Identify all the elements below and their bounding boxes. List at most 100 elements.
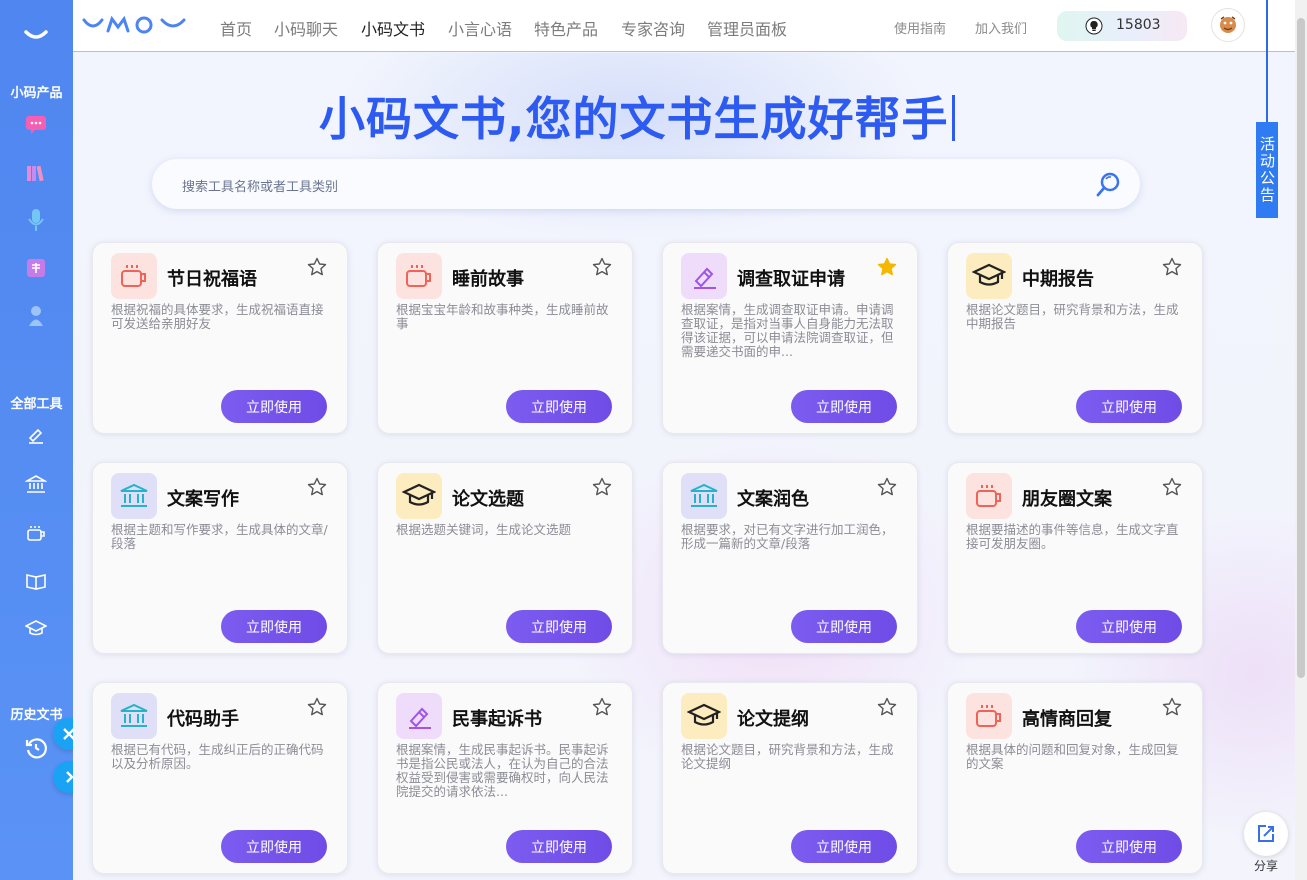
- bank-icon: [681, 473, 727, 519]
- chat-icon[interactable]: [24, 113, 48, 137]
- hero-title-wrap: 小码文书,您的文书生成好帮手: [319, 83, 956, 149]
- star-icon[interactable]: [1162, 697, 1182, 717]
- cup-icon: [966, 693, 1012, 739]
- tool-card[interactable]: 论文提纲 根据论文题目，研究背景和方法，生成论文提纲 立即使用: [662, 682, 918, 874]
- history-icon[interactable]: [24, 736, 48, 760]
- graduation-cap-icon: [681, 693, 727, 739]
- card-title: 朋友圈文案: [1022, 489, 1112, 510]
- card-title: 高情商回复: [1022, 709, 1112, 730]
- search-input[interactable]: 搜索工具名称或者工具类别: [182, 176, 338, 195]
- graduation-cap-icon: [396, 473, 442, 519]
- search-icon[interactable]: [1096, 171, 1122, 197]
- tool-card[interactable]: 文案写作 根据主题和写作要求，生成具体的文章/段落 立即使用: [92, 462, 348, 654]
- tool-card[interactable]: 朋友圈文案根据要描述的事件等信息，生成文字直接可发朋友圈。立即使用: [947, 462, 1203, 654]
- card-title: 睡前故事: [452, 269, 524, 290]
- use-now-button[interactable]: 立即使用: [221, 610, 327, 643]
- card-description: 根据要描述的事件等信息，生成文字直接可发朋友圈。: [966, 523, 1179, 551]
- star-icon[interactable]: [592, 697, 612, 717]
- tool-card[interactable]: 调查取证申请 根据案情，生成调查取证申请。申请调查取证，是指对当事人自身能力无法取…: [662, 242, 918, 434]
- book-icon[interactable]: [24, 569, 48, 593]
- use-now-button[interactable]: 立即使用: [1076, 610, 1182, 643]
- card-description: 根据祝福的具体要求，生成祝福语直接可发送给亲朋好友: [111, 303, 324, 331]
- use-now-button[interactable]: 立即使用: [1076, 830, 1182, 863]
- books-icon[interactable]: [24, 161, 48, 185]
- card-description: 根据宝宝年龄和故事种类，生成睡前故事: [396, 303, 609, 331]
- graduation-cap-icon: [966, 253, 1012, 299]
- nav-documents[interactable]: 小码文书: [361, 16, 425, 40]
- card-title: 节日祝福语: [167, 269, 257, 290]
- star-icon[interactable]: [307, 257, 327, 277]
- card-title: 文案写作: [167, 489, 239, 510]
- share-icon: [1258, 825, 1274, 842]
- card-title: 代码助手: [167, 709, 239, 730]
- star-icon[interactable]: [592, 477, 612, 497]
- bulb-icon: [1085, 17, 1103, 35]
- graduation-cap-icon[interactable]: [24, 616, 48, 640]
- notice-line: [1266, 0, 1268, 122]
- bank-icon[interactable]: [24, 472, 48, 496]
- card-title: 民事起诉书: [452, 709, 542, 730]
- notice-tab[interactable]: 活动公告: [1256, 122, 1278, 218]
- search-bar[interactable]: 搜索工具名称或者工具类别: [152, 159, 1140, 209]
- scrollbar-thumb[interactable]: [1297, 18, 1305, 678]
- points-badge[interactable]: 15803: [1057, 11, 1187, 41]
- cup-icon[interactable]: [24, 521, 48, 545]
- card-description: 根据论文题目，研究背景和方法，生成中期报告: [966, 303, 1179, 331]
- star-filled-icon[interactable]: [877, 257, 897, 277]
- brand-logo[interactable]: [82, 14, 196, 36]
- bank-icon: [111, 693, 157, 739]
- guide-link[interactable]: 使用指南: [894, 18, 946, 37]
- star-icon[interactable]: [877, 697, 897, 717]
- sidebar-tools-label: 全部工具: [10, 397, 63, 412]
- doc-icon[interactable]: [24, 256, 48, 280]
- tool-card[interactable]: 睡前故事根据宝宝年龄和故事种类，生成睡前故事立即使用: [377, 242, 633, 434]
- tool-card[interactable]: 节日祝福语根据祝福的具体要求，生成祝福语直接可发送给亲朋好友立即使用: [92, 242, 348, 434]
- use-now-button[interactable]: 立即使用: [506, 830, 612, 863]
- card-description: 根据具体的问题和回复对象，生成回复的文案: [966, 743, 1179, 771]
- sidebar-products-label: 小码产品: [10, 86, 63, 101]
- nav-featured[interactable]: 特色产品: [534, 16, 598, 40]
- card-title: 文案润色: [737, 489, 809, 510]
- star-icon[interactable]: [592, 257, 612, 277]
- main-content: 小码文书,您的文书生成好帮手 搜索工具名称或者工具类别 节日祝福语根据祝福的具体…: [73, 53, 1295, 880]
- star-icon[interactable]: [877, 477, 897, 497]
- top-nav: 首页 小码聊天 小码文书 小言心语 特色产品 专家咨询 管理员面板 使用指南 加…: [73, 0, 1295, 52]
- card-description: 根据选题关键词，生成论文选题: [396, 523, 572, 537]
- star-icon[interactable]: [307, 477, 327, 497]
- use-now-button[interactable]: 立即使用: [791, 830, 897, 863]
- avatar[interactable]: [1211, 8, 1245, 42]
- card-description: 根据论文题目，研究背景和方法，生成论文提纲: [681, 743, 894, 771]
- card-title: 中期报告: [1022, 269, 1094, 290]
- tool-card[interactable]: 民事起诉书 根据案情，生成民事起诉书。民事起诉书是指公民或法人，在认为自己的合法权…: [377, 682, 633, 874]
- use-now-button[interactable]: 立即使用: [791, 610, 897, 643]
- tool-card[interactable]: 文案润色 根据要求，对已有文字进行加工润色，形成一篇新的文章/段落 立即使用: [662, 462, 918, 654]
- star-icon[interactable]: [1162, 477, 1182, 497]
- use-now-button[interactable]: 立即使用: [791, 390, 897, 423]
- user-avatar-icon: [1220, 16, 1236, 33]
- use-now-button[interactable]: 立即使用: [221, 390, 327, 423]
- nav-expert[interactable]: 专家咨询: [621, 16, 685, 40]
- tool-card[interactable]: 中期报告根据论文题目，研究背景和方法，生成中期报告立即使用: [947, 242, 1203, 434]
- microphone-icon[interactable]: [24, 208, 48, 232]
- use-now-button[interactable]: 立即使用: [506, 610, 612, 643]
- tool-card[interactable]: 代码助手 根据已有代码，生成纠正后的正确代码以及分析原因。 立即使用: [92, 682, 348, 874]
- card-title: 调查取证申请: [737, 269, 845, 290]
- expert-icon[interactable]: [24, 304, 48, 328]
- pen-icon[interactable]: [24, 423, 48, 447]
- brand-logo-icon[interactable]: [19, 22, 53, 48]
- nav-heart-talk[interactable]: 小言心语: [448, 16, 512, 40]
- join-link[interactable]: 加入我们: [975, 18, 1027, 37]
- star-icon[interactable]: [307, 697, 327, 717]
- tool-card[interactable]: 论文选题 根据选题关键词，生成论文选题 立即使用: [377, 462, 633, 654]
- use-now-button[interactable]: 立即使用: [1076, 390, 1182, 423]
- tool-card[interactable]: 高情商回复根据具体的问题和回复对象，生成回复的文案立即使用: [947, 682, 1203, 874]
- share-label: 分享: [1254, 859, 1279, 873]
- nav-chat[interactable]: 小码聊天: [274, 16, 338, 40]
- pen-icon: [396, 693, 442, 739]
- nav-admin[interactable]: 管理员面板: [707, 16, 787, 40]
- use-now-button[interactable]: 立即使用: [221, 830, 327, 863]
- share-button[interactable]: [1244, 812, 1288, 856]
- star-icon[interactable]: [1162, 257, 1182, 277]
- use-now-button[interactable]: 立即使用: [506, 390, 612, 423]
- nav-home[interactable]: 首页: [220, 16, 252, 40]
